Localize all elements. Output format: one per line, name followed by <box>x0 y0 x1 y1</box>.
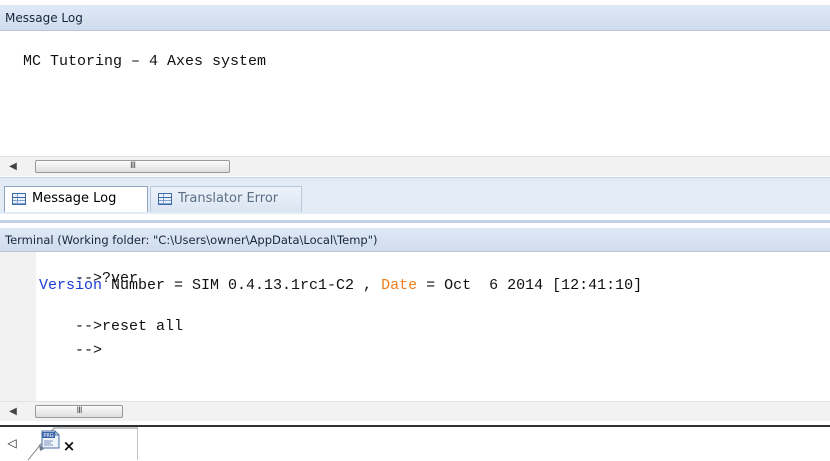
scroll-thumb-grip: III <box>76 406 83 416</box>
terminal-area[interactable]: -->?ver Version Number = SIM 0.4.13.1rc1… <box>0 252 830 402</box>
left-arrow-glyph: ◁ <box>7 436 17 450</box>
message-log-horizontal-scrollbar[interactable]: ◀ III <box>0 156 830 176</box>
scroll-thumb-grip: III <box>130 161 136 171</box>
terminal-title-text: Terminal (Working folder: "C:\Users\owne… <box>5 233 378 247</box>
tab-label: Message Log <box>32 191 117 206</box>
terminal-gutter <box>0 252 36 402</box>
message-log-title-text: Message Log <box>5 11 83 25</box>
close-tab-icon[interactable]: × <box>62 437 76 455</box>
scroll-left-arrow-icon[interactable]: ◀ <box>6 405 20 419</box>
tab-translator-error[interactable]: Translator Error <box>150 186 302 212</box>
tab-message-log[interactable]: Message Log <box>4 186 148 212</box>
message-log-panel-title: Message Log <box>0 5 830 31</box>
terminal-panel-title: Terminal (Working folder: "C:\Users\owne… <box>0 228 830 252</box>
scroll-thumb[interactable]: III <box>35 405 123 418</box>
output-tab-strip: Message Log Translator Error <box>0 177 830 214</box>
document-tab-bar: ◁ PRG × <box>0 425 830 461</box>
terminal-line: Version Number = SIM 0.4.13.1rc1-C2 , Da… <box>39 277 642 294</box>
grid-icon <box>12 193 26 205</box>
close-glyph: × <box>62 437 76 455</box>
scroll-left-arrow-icon[interactable]: ◀ <box>6 160 20 174</box>
tab-scroll-left-icon[interactable]: ◁ <box>5 435 19 451</box>
scroll-thumb[interactable]: III <box>35 160 230 173</box>
message-log-area[interactable]: MC Tutoring – 4 Axes system <box>0 31 830 156</box>
message-log-line: MC Tutoring – 4 Axes system <box>23 53 267 70</box>
terminal-prompt-line[interactable]: --> <box>39 325 102 376</box>
terminal-line-text: = Oct 6 2014 [12:41:10] <box>417 277 643 294</box>
prg-file-icon: PRG <box>39 430 60 451</box>
terminal-prompt: --> <box>75 342 103 359</box>
terminal-horizontal-scrollbar[interactable]: ◀ III <box>0 401 830 421</box>
tab-label: Translator Error <box>178 191 279 206</box>
panel-splitter[interactable] <box>0 220 830 223</box>
prg-icon-label: PRG <box>43 433 53 439</box>
keyword-version: Version <box>39 277 103 294</box>
terminal-line-text: Number = SIM 0.4.13.1rc1-C2 , <box>102 277 382 294</box>
grid-icon <box>158 193 172 205</box>
keyword-date: Date <box>381 277 418 294</box>
